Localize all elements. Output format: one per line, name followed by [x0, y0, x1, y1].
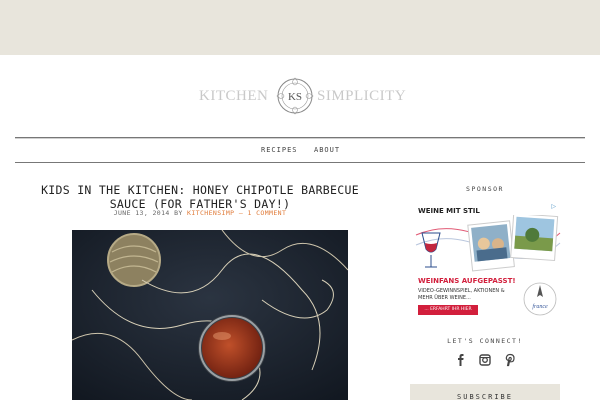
- ad-stamp-text: france: [532, 303, 548, 310]
- post-comments-link[interactable]: 1 COMMENT: [247, 209, 286, 217]
- ad-fans-heading: WEINFANS AUFGEPASST!: [418, 277, 516, 285]
- nav-rule: [15, 138, 585, 141]
- sponsor-heading: SPONSOR: [466, 185, 504, 193]
- post-author-link[interactable]: KITCHENSIMP: [187, 209, 234, 217]
- connect-heading: LET'S CONNECT!: [447, 337, 523, 345]
- instagram-icon[interactable]: [478, 353, 492, 367]
- meta-separator: –: [238, 209, 244, 217]
- logo-word-kitchen: KITCHEN: [199, 88, 269, 104]
- ad-artwork: [415, 215, 561, 272]
- ad-choices-icon[interactable]: ▷: [551, 203, 556, 210]
- ad-headline: WEINE MIT STIL: [418, 207, 480, 215]
- main-nav: RECIPES ABOUT: [15, 137, 585, 163]
- sauce-jar-photo: [72, 230, 348, 400]
- logo-word-simplicity: SIMPLICITY: [317, 88, 407, 104]
- post-title[interactable]: KIDS IN THE KITCHEN: HONEY CHIPOTLE BARB…: [30, 183, 370, 211]
- top-banner: [0, 0, 600, 55]
- post-featured-image[interactable]: [72, 230, 348, 400]
- nav-item-about[interactable]: ABOUT: [314, 146, 340, 154]
- site-logo[interactable]: KITCHEN KS SIMPLICITY: [0, 74, 600, 118]
- post-date: JUNE 13, 2014: [113, 209, 170, 217]
- ad-stamp-icon: france: [523, 282, 557, 316]
- nav-item-recipes[interactable]: RECIPES: [261, 146, 298, 154]
- logo-monogram-icon: KS: [276, 77, 314, 115]
- sponsor-ad[interactable]: WEINE MIT STIL ▷ WEINFANS AUFGEPASST! VI…: [410, 197, 562, 323]
- ad-body-text: VIDEO-GEWINNSPIEL, AKTIONEN & MEHR ÜBER …: [418, 288, 505, 301]
- pinterest-icon[interactable]: [503, 353, 517, 367]
- facebook-icon[interactable]: [454, 353, 468, 367]
- post-by: BY: [174, 209, 183, 217]
- post-meta: JUNE 13, 2014 BY KITCHENSIMP – 1 COMMENT: [30, 209, 370, 217]
- logo-monogram-text: KS: [288, 91, 302, 103]
- ad-cta-button[interactable]: ... ERFAHRT IHR HIER: [418, 305, 478, 315]
- subscribe-box[interactable]: SUBSCRIBE: [410, 384, 560, 401]
